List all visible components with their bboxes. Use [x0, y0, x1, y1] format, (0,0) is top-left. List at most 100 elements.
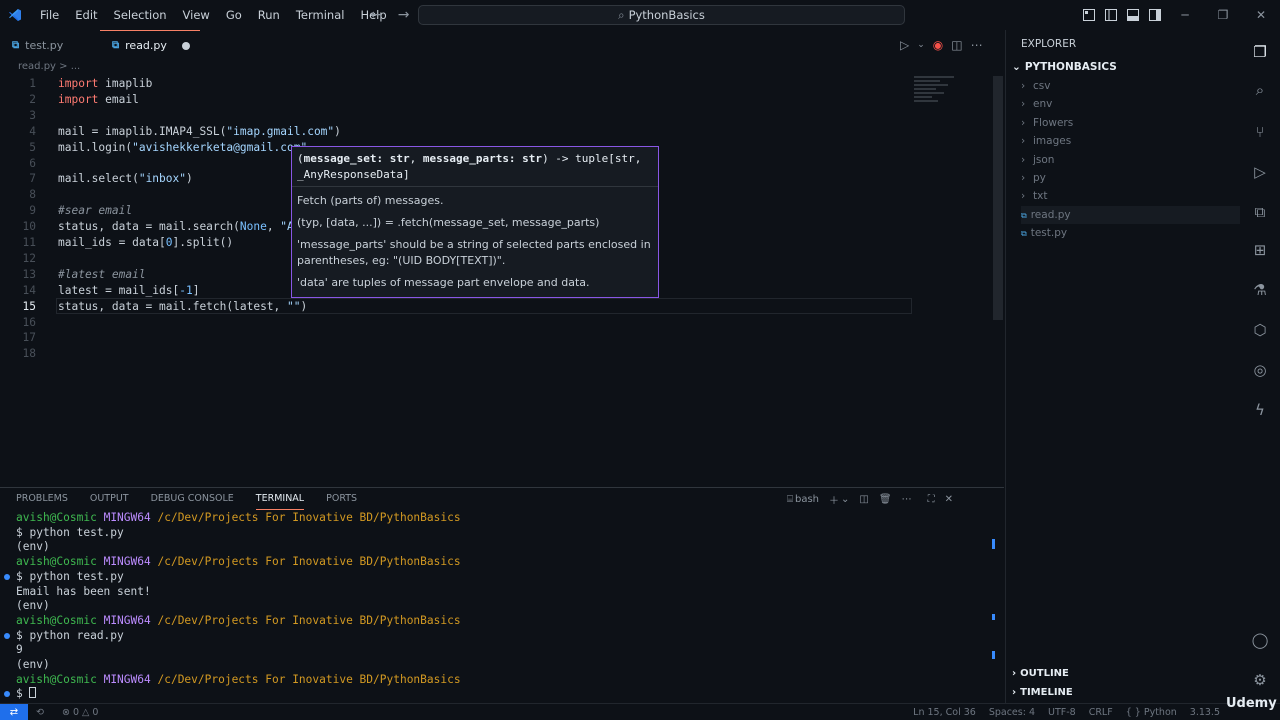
minimize-icon[interactable]: ─	[1166, 0, 1204, 30]
line-endings[interactable]: CRLF	[1089, 707, 1113, 718]
encoding[interactable]: UTF-8	[1048, 707, 1076, 718]
split-terminal-icon[interactable]: ◫	[859, 494, 868, 505]
line-number[interactable]: 4	[0, 124, 36, 140]
folder-item[interactable]: › Flowers	[1021, 114, 1241, 132]
customize-layout-icon[interactable]	[1078, 0, 1100, 30]
unsaved-dot-icon[interactable]	[182, 42, 190, 50]
code-line[interactable]: 16	[0, 315, 990, 331]
code-line[interactable]: 1 import imaplib	[0, 76, 990, 92]
sync-icon[interactable]: ⟲	[36, 707, 44, 718]
split-editor-icon[interactable]: ◫	[951, 38, 962, 52]
editor-scrollbar[interactable]	[993, 76, 1003, 320]
explorer-files-icon[interactable]: ❐	[1250, 42, 1270, 62]
account-icon[interactable]: ◯	[1250, 630, 1270, 650]
run-debug-icon[interactable]: ▷	[1250, 162, 1270, 182]
run-dropdown-icon[interactable]: ⌄	[917, 40, 925, 50]
tab-problems[interactable]: PROBLEMS	[16, 488, 68, 510]
folder-item[interactable]: › csv	[1021, 77, 1241, 95]
folder-item[interactable]: › json	[1021, 151, 1241, 169]
toggle-secondary-sidebar-icon[interactable]	[1144, 0, 1166, 30]
code-line[interactable]: 18	[0, 346, 990, 362]
search-icon[interactable]: ⌕	[1250, 80, 1270, 100]
line-number[interactable]: 13	[0, 267, 36, 283]
git-graph-icon[interactable]: ◎	[1250, 360, 1270, 380]
command-center-search[interactable]: ⌕ PythonBasics	[418, 5, 905, 25]
remote-indicator-icon[interactable]: ⇄	[0, 703, 28, 720]
code-text[interactable]: import imaplib	[58, 76, 152, 92]
line-number[interactable]: 2	[0, 92, 36, 108]
back-arrow-icon[interactable]: ←	[370, 7, 382, 23]
extensions-icon[interactable]: ⊞	[1250, 240, 1270, 260]
workspace-root[interactable]: ⌄ PYTHONBASICS	[1012, 61, 1117, 73]
code-text[interactable]: mail_ids = data[0].split()	[58, 235, 233, 251]
folder-item[interactable]: › py	[1021, 169, 1241, 187]
line-number[interactable]: 7	[0, 171, 36, 187]
kill-terminal-icon[interactable]: 🗑	[879, 494, 892, 505]
outline-section[interactable]: › OUTLINE	[1012, 668, 1069, 679]
run-python-file-icon[interactable]: ▷	[900, 38, 909, 52]
record-icon[interactable]: ◉	[933, 38, 943, 52]
maximize-icon[interactable]: ❐	[1204, 0, 1242, 30]
settings-gear-icon[interactable]: ⚙	[1250, 670, 1270, 690]
python-version[interactable]: 3.13.5	[1190, 707, 1220, 718]
code-text[interactable]: latest = mail_ids[-1]	[58, 283, 199, 299]
line-number[interactable]: 6	[0, 156, 36, 172]
folder-item[interactable]: › txt	[1021, 187, 1241, 205]
menu-go[interactable]: Go	[218, 0, 250, 30]
cursor-position[interactable]: Ln 15, Col 36	[913, 707, 976, 718]
close-window-icon[interactable]: ✕	[1242, 0, 1280, 30]
toggle-panel-icon[interactable]	[1122, 0, 1144, 30]
code-text[interactable]: mail.login("avishekkerketa@gmail.com"	[58, 140, 307, 156]
code-text[interactable]: #latest email	[58, 267, 146, 283]
code-text[interactable]: mail = imaplib.IMAP4_SSL("imap.gmail.com…	[58, 124, 341, 140]
problems-status[interactable]: ⊗ 0 △ 0	[62, 707, 98, 718]
code-line[interactable]: 17	[0, 330, 990, 346]
minimap[interactable]	[914, 76, 962, 106]
line-number[interactable]: 11	[0, 235, 36, 251]
tab-debug-console[interactable]: DEBUG CONSOLE	[151, 488, 234, 510]
line-number[interactable]: 9	[0, 203, 36, 219]
file-item[interactable]: ⧉ read.py	[1021, 205, 1241, 224]
terminal-dropdown-icon[interactable]: ⌄	[841, 494, 849, 505]
folder-item[interactable]: › env	[1021, 95, 1241, 113]
menu-terminal[interactable]: Terminal	[288, 0, 353, 30]
line-number[interactable]: 15	[0, 299, 36, 315]
timeline-section[interactable]: › TIMELINE	[1012, 687, 1073, 698]
tab-read-py[interactable]: ⧉ read.py	[100, 30, 200, 60]
maximize-panel-icon[interactable]: ⛶	[928, 494, 935, 505]
forward-arrow-icon[interactable]: →	[398, 7, 410, 23]
source-control-icon[interactable]: ⑂	[1250, 122, 1270, 142]
code-line[interactable]: 4 mail = imaplib.IMAP4_SSL("imap.gmail.co…	[0, 124, 990, 140]
line-number[interactable]: 5	[0, 140, 36, 156]
code-text[interactable]: import email	[58, 92, 139, 108]
menu-selection[interactable]: Selection	[106, 0, 175, 30]
new-terminal-icon[interactable]: ＋	[829, 492, 839, 507]
tab-test-py[interactable]: ⧉ test.py	[0, 30, 100, 60]
tab-ports[interactable]: PORTS	[326, 488, 357, 510]
menu-run[interactable]: Run	[250, 0, 288, 30]
menu-view[interactable]: View	[175, 0, 218, 30]
line-number[interactable]: 3	[0, 108, 36, 124]
line-number[interactable]: 17	[0, 330, 36, 346]
code-text[interactable]: #sear email	[58, 203, 132, 219]
code-text[interactable]: mail.select("inbox")	[58, 171, 193, 187]
more-actions-icon[interactable]: ⋯	[971, 38, 983, 52]
containers-icon[interactable]: ⬡	[1250, 320, 1270, 340]
terminal-shell-label[interactable]: bash	[795, 494, 819, 505]
line-number[interactable]: 1	[0, 76, 36, 92]
menu-file[interactable]: File	[32, 0, 67, 30]
line-number[interactable]: 16	[0, 315, 36, 331]
file-item[interactable]: ⧉ test.py	[1021, 224, 1241, 242]
line-number[interactable]: 8	[0, 187, 36, 203]
remote-explorer-icon[interactable]: ⧉	[1250, 202, 1270, 222]
line-number[interactable]: 10	[0, 219, 36, 235]
lightning-icon[interactable]: ϟ	[1250, 400, 1270, 420]
code-line[interactable]: 2 import email	[0, 92, 990, 108]
breadcrumb[interactable]: read.py > ...	[18, 61, 80, 75]
line-number[interactable]: 18	[0, 346, 36, 362]
code-text[interactable]: status, data = mail.search(None, "A	[58, 219, 294, 235]
tab-terminal[interactable]: TERMINAL	[255, 488, 305, 510]
command-decoration-dot[interactable]	[4, 573, 10, 580]
line-number[interactable]: 14	[0, 283, 36, 299]
folder-item[interactable]: › images	[1021, 132, 1241, 150]
